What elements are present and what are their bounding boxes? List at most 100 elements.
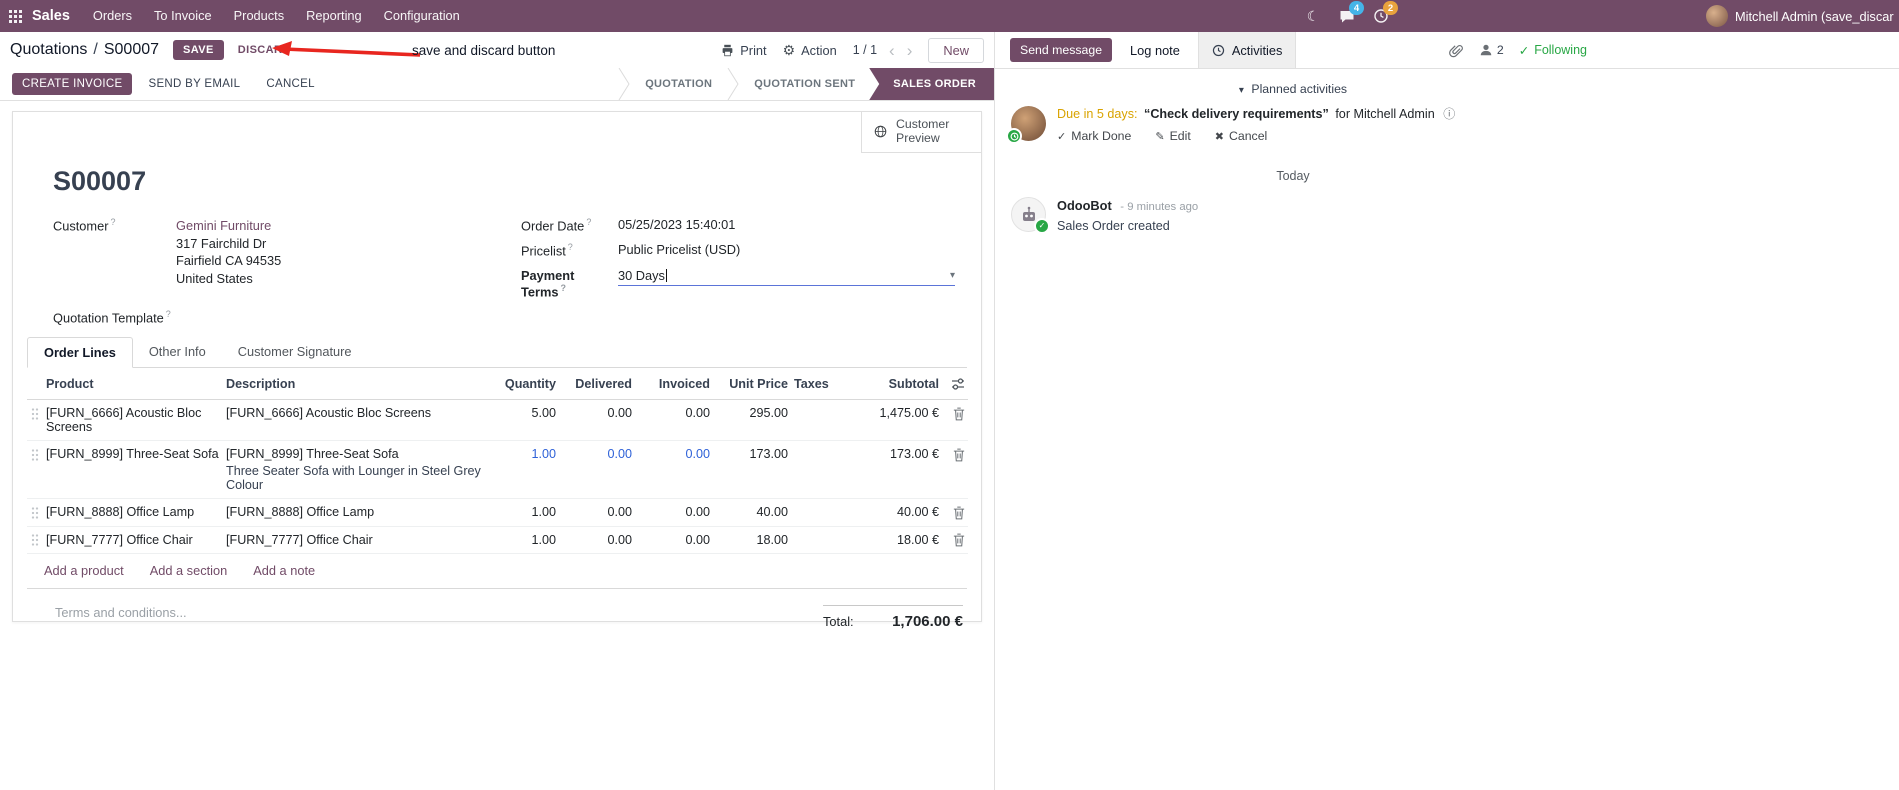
dropdown-caret-icon[interactable]: ▾ bbox=[950, 270, 955, 281]
tab-other-info[interactable]: Other Info bbox=[133, 337, 222, 367]
optional-columns-icon[interactable] bbox=[951, 376, 965, 391]
cell-unit-price[interactable]: 173.00 bbox=[713, 440, 791, 499]
stage-sales-order[interactable]: SALES ORDER bbox=[869, 68, 994, 100]
apps-menu-button[interactable] bbox=[0, 0, 30, 32]
notebook-tabs: Order Lines Other Info Customer Signatur… bbox=[27, 337, 967, 369]
cell-description[interactable]: [FURN_7777] Office Chair bbox=[223, 526, 499, 555]
save-button[interactable]: SAVE bbox=[173, 40, 224, 60]
cell-invoiced[interactable]: 0.00 bbox=[635, 440, 713, 499]
menu-to-invoice[interactable]: To Invoice bbox=[143, 0, 223, 32]
attachments-button[interactable] bbox=[1448, 42, 1464, 58]
cell-taxes[interactable] bbox=[791, 526, 847, 555]
cell-delivered[interactable]: 0.00 bbox=[559, 498, 635, 527]
cell-invoiced[interactable]: 0.00 bbox=[635, 399, 713, 441]
header-quantity[interactable]: Quantity bbox=[499, 368, 559, 400]
edit-activity-button[interactable]: ✎ Edit bbox=[1155, 129, 1190, 143]
dark-mode-toggle[interactable]: ☾ bbox=[1300, 0, 1326, 32]
add-a-section-link[interactable]: Add a section bbox=[150, 563, 228, 578]
order-line-row[interactable]: [FURN_6666] Acoustic Bloc Screens [FURN_… bbox=[27, 399, 968, 441]
cell-taxes[interactable] bbox=[791, 498, 847, 527]
cell-product[interactable]: [FURN_6666] Acoustic Bloc Screens bbox=[43, 399, 223, 441]
header-unit-price[interactable]: Unit Price bbox=[713, 368, 791, 400]
header-delivered[interactable]: Delivered bbox=[559, 368, 635, 400]
row-handle-cell[interactable] bbox=[27, 440, 43, 499]
terms-placeholder[interactable]: Terms and conditions... bbox=[55, 605, 187, 630]
cell-quantity[interactable]: 1.00 bbox=[499, 498, 559, 527]
print-button[interactable]: Print bbox=[721, 43, 767, 58]
header-subtotal[interactable]: Subtotal bbox=[847, 368, 942, 400]
order-date-field[interactable]: 05/25/2023 15:40:01 bbox=[618, 217, 735, 232]
pager-previous-icon[interactable]: ‹ bbox=[889, 42, 895, 59]
customer-preview-button[interactable]: Customer Preview bbox=[861, 112, 981, 153]
menu-orders[interactable]: Orders bbox=[82, 0, 143, 32]
cell-quantity[interactable]: 1.00 bbox=[499, 526, 559, 555]
cell-delivered[interactable]: 0.00 bbox=[559, 440, 635, 499]
planned-activities-header[interactable]: ▾ Planned activities bbox=[995, 82, 1591, 96]
pricelist-field[interactable]: Public Pricelist (USD) bbox=[618, 242, 740, 257]
cell-taxes[interactable] bbox=[791, 440, 847, 499]
create-invoice-button[interactable]: CREATE INVOICE bbox=[12, 73, 133, 95]
payment-terms-field[interactable]: 30 Days ▾ bbox=[618, 268, 955, 286]
cell-description[interactable]: [FURN_8888] Office Lamp bbox=[223, 498, 499, 527]
header-product[interactable]: Product bbox=[43, 368, 223, 400]
cell-quantity[interactable]: 1.00 bbox=[499, 440, 559, 499]
cell-quantity[interactable]: 5.00 bbox=[499, 399, 559, 441]
cancel-activity-button[interactable]: ✖ Cancel bbox=[1215, 129, 1268, 143]
header-invoiced[interactable]: Invoiced bbox=[635, 368, 713, 400]
followers-button[interactable]: 2 bbox=[1479, 43, 1504, 57]
info-icon[interactable]: ⓘ bbox=[1443, 107, 1455, 121]
order-line-row[interactable]: [FURN_7777] Office Chair [FURN_7777] Off… bbox=[27, 526, 968, 555]
send-message-button[interactable]: Send message bbox=[1010, 38, 1113, 62]
activities-tab[interactable]: Activities bbox=[1197, 32, 1297, 68]
activities-tray-button[interactable]: 2 bbox=[1368, 0, 1398, 32]
cell-delivered[interactable]: 0.00 bbox=[559, 399, 635, 441]
delete-line-icon[interactable] bbox=[953, 505, 965, 520]
row-handle-cell[interactable] bbox=[27, 399, 43, 441]
mark-done-button[interactable]: ✓ Mark Done bbox=[1057, 129, 1131, 143]
person-icon bbox=[1480, 44, 1492, 56]
order-line-row[interactable]: [FURN_8888] Office Lamp [FURN_8888] Offi… bbox=[27, 498, 968, 527]
pager-next-icon[interactable]: › bbox=[907, 42, 913, 59]
cell-product[interactable]: [FURN_8888] Office Lamp bbox=[43, 498, 223, 527]
menu-products[interactable]: Products bbox=[223, 0, 296, 32]
stage-quotation[interactable]: QUOTATION bbox=[631, 68, 726, 100]
help-marker: ? bbox=[560, 282, 566, 293]
cell-invoiced[interactable]: 0.00 bbox=[635, 498, 713, 527]
row-handle-cell[interactable] bbox=[27, 498, 43, 527]
tab-order-lines[interactable]: Order Lines bbox=[27, 337, 133, 369]
log-note-button[interactable]: Log note bbox=[1130, 43, 1180, 58]
messages-tray-button[interactable]: 4 bbox=[1334, 0, 1364, 32]
cell-taxes[interactable] bbox=[791, 399, 847, 441]
cell-product[interactable]: [FURN_7777] Office Chair bbox=[43, 526, 223, 555]
cell-product[interactable]: [FURN_8999] Three-Seat Sofa bbox=[43, 440, 223, 499]
app-name[interactable]: Sales bbox=[30, 8, 82, 24]
user-menu[interactable]: Mitchell Admin (save_discar bbox=[1706, 0, 1894, 32]
delete-line-icon[interactable] bbox=[953, 533, 965, 548]
menu-reporting[interactable]: Reporting bbox=[295, 0, 373, 32]
new-button[interactable]: New bbox=[928, 37, 984, 63]
add-a-note-link[interactable]: Add a note bbox=[253, 563, 315, 578]
header-taxes[interactable]: Taxes bbox=[791, 368, 847, 400]
cell-invoiced[interactable]: 0.00 bbox=[635, 526, 713, 555]
cell-description[interactable]: [FURN_6666] Acoustic Bloc Screens bbox=[223, 399, 499, 441]
cancel-button[interactable]: CANCEL bbox=[256, 73, 324, 95]
send-by-email-button[interactable]: SEND BY EMAIL bbox=[138, 73, 250, 95]
add-a-product-link[interactable]: Add a product bbox=[44, 563, 124, 578]
order-line-row[interactable]: [FURN_8999] Three-Seat Sofa [FURN_8999] … bbox=[27, 440, 968, 499]
tab-customer-signature[interactable]: Customer Signature bbox=[222, 337, 368, 367]
menu-configuration[interactable]: Configuration bbox=[373, 0, 471, 32]
action-button[interactable]: ⚙ Action bbox=[783, 42, 837, 59]
cell-delivered[interactable]: 0.00 bbox=[559, 526, 635, 555]
cell-unit-price[interactable]: 295.00 bbox=[713, 399, 791, 441]
cell-unit-price[interactable]: 40.00 bbox=[713, 498, 791, 527]
customer-link[interactable]: Gemini Furniture bbox=[176, 217, 281, 235]
header-description[interactable]: Description bbox=[223, 368, 499, 400]
delete-line-icon[interactable] bbox=[953, 406, 965, 421]
stage-quotation-sent[interactable]: QUOTATION SENT bbox=[740, 68, 869, 100]
cell-unit-price[interactable]: 18.00 bbox=[713, 526, 791, 555]
following-button[interactable]: ✓ Following bbox=[1519, 43, 1587, 58]
delete-line-icon[interactable] bbox=[953, 447, 965, 462]
row-handle-cell[interactable] bbox=[27, 526, 43, 555]
breadcrumb-quotations[interactable]: Quotations bbox=[10, 41, 87, 59]
cell-description[interactable]: [FURN_8999] Three-Seat Sofa Three Seater… bbox=[223, 440, 499, 499]
